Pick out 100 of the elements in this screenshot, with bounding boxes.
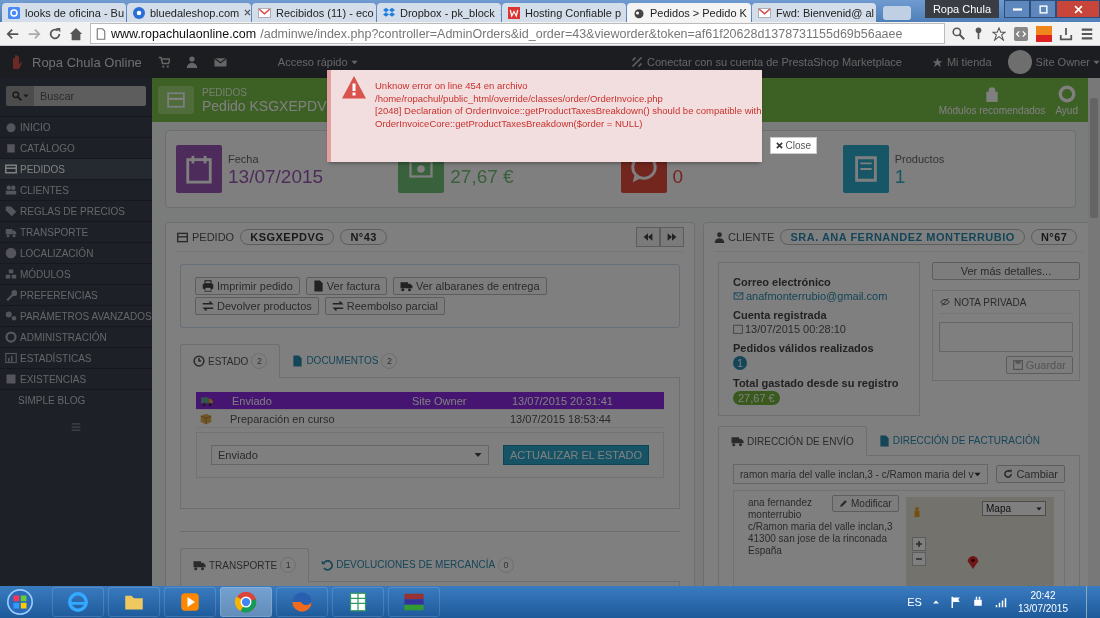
caret-icon [974, 470, 982, 478]
action-button[interactable]: Devolver productos [195, 297, 319, 315]
box-icon [5, 373, 17, 385]
sidebar-item[interactable]: REGLAS DE PRECIOS [0, 200, 152, 221]
truck-icon [200, 394, 214, 407]
package-icon [200, 412, 212, 425]
close-button[interactable] [1056, 0, 1100, 18]
zoom-out-button[interactable] [912, 552, 926, 566]
caret-icon [1036, 505, 1042, 512]
shop-name[interactable]: Ropa Chula Online [32, 54, 142, 70]
tray-icon [1059, 26, 1073, 41]
note-field[interactable] [939, 322, 1073, 352]
kpi-label: Fecha [228, 153, 260, 166]
tab[interactable]: DEVOLUCIONES DE MERCANCÍA 0 [309, 548, 527, 581]
taskbar-app[interactable] [220, 587, 272, 617]
update-status-button[interactable]: ACTUALIZAR EL ESTADO [502, 445, 649, 465]
action-button[interactable]: Imprimir pedido [195, 277, 300, 295]
address-line: España [748, 545, 782, 557]
reload-icon [48, 26, 62, 41]
marketplace-link[interactable]: Conectar con su cuenta de PrestaShop Marketplace [630, 56, 902, 68]
maximize-icon [1038, 4, 1048, 14]
browser-tab[interactable]: Recibidos (11) - eco [252, 3, 376, 22]
sidebar-item[interactable]: EXISTENCIAS [0, 368, 152, 389]
kpi-label: Productos [894, 153, 945, 166]
signal-icon [993, 596, 1008, 608]
pencil-icon [839, 499, 848, 508]
panel-heading: CLIENTE [714, 231, 775, 243]
start-button[interactable] [4, 587, 36, 617]
sidebar-item[interactable]: LOCALIZACIÓN [0, 242, 152, 263]
document-icon [292, 354, 304, 367]
tab[interactable]: ESTADO 2 [180, 344, 281, 378]
sidebar-item[interactable]: TRANSPORTE [0, 221, 152, 242]
browser-tab[interactable]: Pedidos > Pedido K [627, 3, 751, 22]
user-menu[interactable]: Site Owner [1035, 56, 1100, 68]
action-button[interactable]: Ver albaranes de entrega [393, 277, 547, 295]
maximize-button[interactable] [1030, 0, 1056, 18]
browser-tab[interactable]: looks de oficina - Bu [2, 3, 126, 22]
previous-button[interactable] [636, 227, 660, 247]
zoom-in-button[interactable] [912, 537, 926, 551]
toolbar-button[interactable]: Ayud [1055, 84, 1078, 116]
minimize-button[interactable] [1004, 0, 1030, 18]
warning-icon [341, 76, 367, 100]
next-button[interactable] [660, 227, 684, 247]
truck-icon [193, 559, 206, 571]
details-button[interactable]: Ver más detalles... [932, 262, 1080, 280]
tab[interactable]: TRANSPORTE 1 [180, 548, 310, 582]
clock[interactable]: 20:42 13/07/2015 [1017, 589, 1068, 615]
spreadsheet-icon [348, 591, 368, 613]
browser-tab[interactable]: Dropbox - pk_block [377, 3, 501, 22]
kpi-value: 1 [894, 166, 906, 188]
map-placeholder[interactable]: Mapa [906, 497, 1054, 586]
calendar-icon [733, 324, 743, 334]
sidebar-item[interactable]: ESTADÍSTICAS [0, 347, 152, 368]
globe-icon [5, 247, 17, 259]
browser-tab[interactable]: Hosting Confiable p [502, 3, 626, 22]
undo-icon [321, 558, 334, 571]
email-link[interactable]: anafmonterrubio@gmail.com [733, 290, 905, 302]
edit-button[interactable]: Modificar [832, 495, 899, 512]
address-select[interactable]: ramon maria del valle inclan,3 - c/Ramon maria del v [733, 464, 989, 484]
taskbar-app[interactable] [108, 587, 160, 617]
address-line: 41300 san jose de la rinconada [748, 533, 887, 545]
map-type-select[interactable]: Mapa [982, 501, 1046, 516]
action-button[interactable]: Ver factura [305, 277, 387, 295]
address-bar[interactable]: www.ropachulaonline.com /adminwe/index.php?controller=AdminOrders&id_order=43&vieworder&token=af61f20628d1378731155d69b56aaee [90, 23, 945, 44]
tab[interactable]: DOCUMENTOS 2 [280, 344, 410, 377]
sidebar-item[interactable]: CLIENTES [0, 179, 152, 200]
sidebar-item[interactable]: PEDIDOS [0, 158, 152, 179]
tab[interactable]: DIRECCIÓN DE FACTURACIÓN [866, 426, 1052, 455]
circle-logo-icon [133, 6, 145, 19]
page-icon [95, 27, 107, 40]
panel-heading: PEDIDO [176, 231, 235, 243]
code-icon [1013, 26, 1029, 41]
taskbar-app[interactable] [388, 587, 440, 617]
dashboard-icon [5, 121, 17, 133]
circle-logo-icon [235, 591, 257, 613]
profile-name[interactable]: Ropa Chula [924, 0, 999, 18]
language-indicator[interactable]: ES [907, 596, 922, 608]
my-shop-link[interactable]: Mi tienda [931, 56, 992, 68]
search-options-button[interactable] [6, 86, 34, 106]
book-icon [5, 142, 17, 154]
browser-tab[interactable]: bluedaleshop.com [127, 3, 251, 22]
sidebar-item[interactable]: ADMINISTRACIÓN [0, 326, 152, 347]
change-button[interactable]: Cambiar [996, 465, 1065, 483]
card-icon [5, 163, 17, 175]
tab[interactable]: DIRECCIÓN DE ENVÍO [718, 426, 867, 456]
card-icon [158, 86, 194, 114]
action-button[interactable]: Reembolso parcial [324, 297, 445, 315]
tag-icon [5, 205, 17, 217]
order-count: 1 [733, 356, 747, 370]
taskbar-app[interactable] [164, 587, 216, 617]
status-select[interactable]: Enviado [211, 445, 489, 465]
gears-icon [5, 310, 17, 322]
taskbar-app[interactable] [332, 587, 384, 617]
toolbar-button[interactable]: Módulos recomendados [938, 84, 1046, 116]
taskbar-app[interactable] [52, 587, 104, 617]
browser-tab[interactable]: Fwd: Bienvenid@ al [752, 3, 876, 22]
quick-access-menu[interactable]: Acceso rápido [277, 56, 358, 68]
sidebar-item[interactable]: INICIO [0, 116, 152, 137]
close-button[interactable]: Close [769, 137, 818, 154]
field-label: Pedidos válidos realizados [733, 342, 875, 354]
